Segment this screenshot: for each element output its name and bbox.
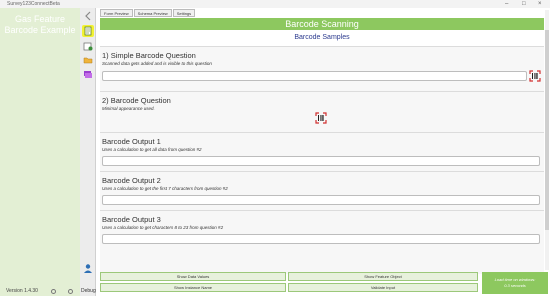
load-time-line2: 0.3 seconds xyxy=(504,283,526,288)
info-icon[interactable] xyxy=(51,289,56,294)
tab-settings[interactable]: Settings xyxy=(172,9,196,17)
form-header: Barcode Scanning xyxy=(100,18,544,30)
debug-label[interactable]: Debug xyxy=(81,288,96,294)
show-feature-object-button[interactable]: Show Feature Object xyxy=(288,272,478,281)
show-data-values-button[interactable]: Show Data Values xyxy=(100,272,286,281)
tab-schema-preview[interactable]: Schema Preview xyxy=(133,9,172,17)
question-title: Barcode Output 2 xyxy=(102,176,161,185)
form-icon[interactable] xyxy=(82,25,94,37)
questions-list: 1) Simple Barcode Question Scanned data … xyxy=(100,46,544,274)
question-hint: Scanned data gets added and is visible t… xyxy=(102,61,212,66)
refresh-icon[interactable] xyxy=(68,289,73,294)
show-instance-name-button[interactable]: Show Instance Name xyxy=(100,283,286,292)
question-title: 1) Simple Barcode Question xyxy=(102,51,196,60)
scan-icon[interactable] xyxy=(82,40,94,52)
question-title: Barcode Output 3 xyxy=(102,215,161,224)
maximize-button[interactable]: □ xyxy=(522,0,526,8)
question-title: Barcode Output 1 xyxy=(102,137,161,146)
scrollbar-thumb[interactable] xyxy=(545,30,549,230)
tab-bar: Form Preview Schema Preview Settings xyxy=(100,9,196,17)
form-subtitle: Barcode Samples xyxy=(294,34,350,41)
survey-title: Gas Feature Barcode Example xyxy=(4,14,76,35)
output-1-field[interactable] xyxy=(102,156,540,166)
question-barcode-minimal: 2) Barcode Question Minimal appearance u… xyxy=(100,91,544,129)
question-hint: Minimal appearance used. xyxy=(102,106,155,111)
folder-icon[interactable] xyxy=(82,54,94,66)
back-arrow-icon[interactable] xyxy=(82,10,94,22)
question-barcode-output-3: Barcode Output 3 Uses a calculation to g… xyxy=(100,210,544,250)
close-button[interactable]: × xyxy=(538,0,542,8)
vertical-toolbar: Debug xyxy=(80,8,96,296)
barcode-scan-icon[interactable] xyxy=(315,112,327,124)
question-simple-barcode: 1) Simple Barcode Question Scanned data … xyxy=(100,46,544,88)
question-hint: Uses a calculation to get the first 7 ch… xyxy=(102,186,228,191)
tab-form-preview[interactable]: Form Preview xyxy=(100,9,133,17)
app-title: Survey123ConnectBeta xyxy=(7,1,60,7)
stack-icon[interactable] xyxy=(82,68,94,80)
survey-info-panel: Gas Feature Barcode Example Version 1.4.… xyxy=(0,8,80,296)
output-2-field[interactable] xyxy=(102,195,540,205)
avatar-icon[interactable] xyxy=(82,262,94,274)
minimize-button[interactable]: – xyxy=(505,0,508,8)
question-hint: Uses a calculation to get characters 8 t… xyxy=(102,225,224,230)
load-time-badge: Load time on windows: 0.3 seconds xyxy=(482,272,548,294)
question-barcode-output-1: Barcode Output 1 Uses a calculation to g… xyxy=(100,132,544,170)
question-title: 2) Barcode Question xyxy=(102,96,171,105)
version-label: Version 1.4.30 xyxy=(6,288,38,294)
validate-input-button[interactable]: Validate Input xyxy=(288,283,478,292)
vertical-scrollbar[interactable] xyxy=(545,10,549,270)
question-barcode-output-2: Barcode Output 2 Uses a calculation to g… xyxy=(100,171,544,209)
barcode-input[interactable] xyxy=(102,71,527,81)
barcode-scan-icon[interactable] xyxy=(529,70,541,82)
title-bar: Survey123ConnectBeta – □ × xyxy=(0,0,550,8)
question-hint: Uses a calculation to get all data from … xyxy=(102,147,202,152)
output-3-field[interactable] xyxy=(102,234,540,244)
debug-button-bar: Show Data Values Show Feature Object Sho… xyxy=(100,272,480,294)
form-preview-area: Form Preview Schema Preview Settings Bar… xyxy=(96,8,550,296)
